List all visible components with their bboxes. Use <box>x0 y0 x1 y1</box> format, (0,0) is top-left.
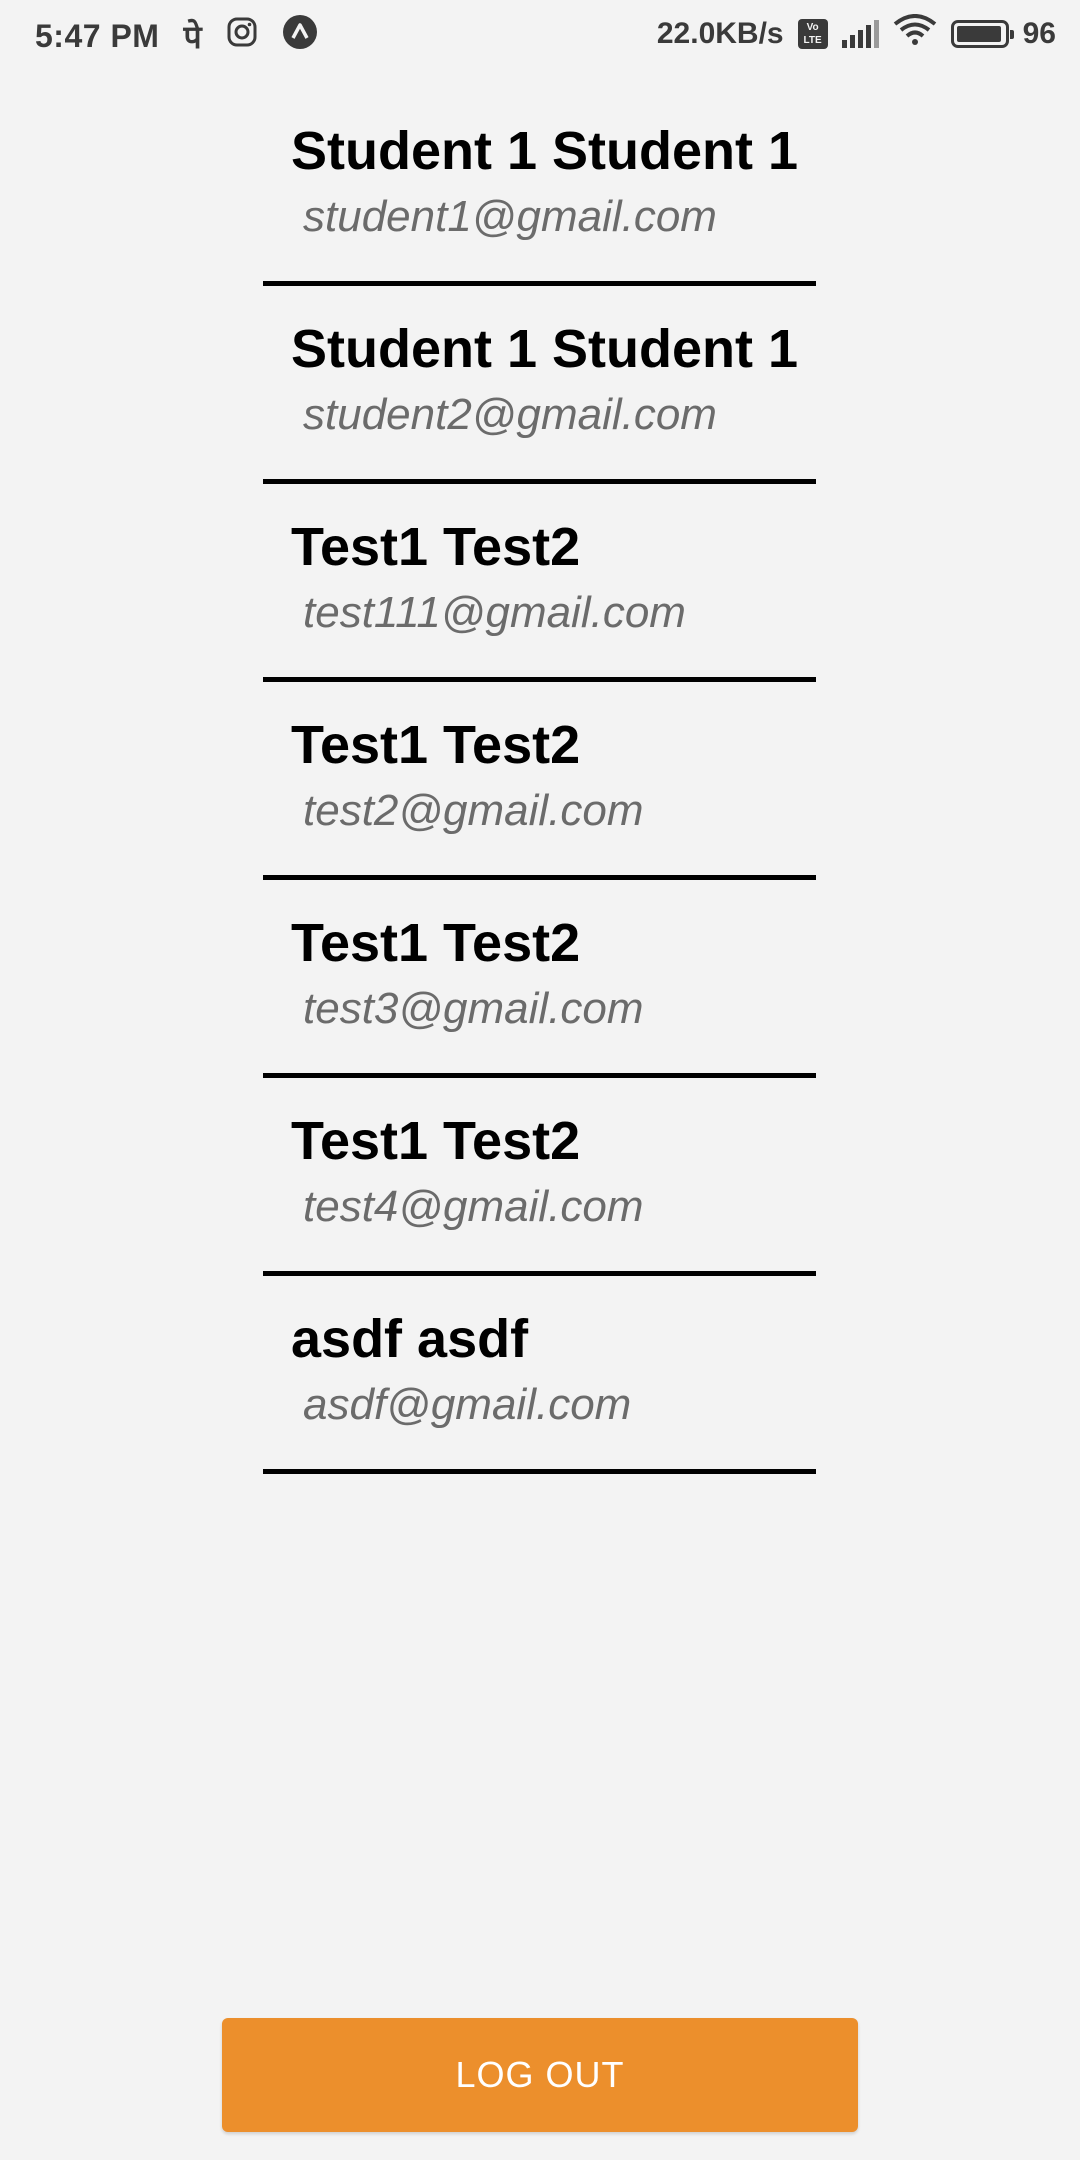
list-item[interactable]: Test1 Test2 test2@gmail.com <box>263 684 816 880</box>
wifi-icon <box>893 14 937 54</box>
user-email: test3@gmail.com <box>303 984 644 1033</box>
user-list: Student 1 Student 1 student1@gmail.com S… <box>263 90 816 1476</box>
list-item[interactable]: asdf asdf asdf@gmail.com <box>263 1278 816 1474</box>
user-email: student2@gmail.com <box>303 390 717 439</box>
user-email: student1@gmail.com <box>303 192 717 241</box>
user-name: Test1 Test2 <box>291 715 581 775</box>
instagram-icon <box>226 16 258 56</box>
list-item[interactable]: Student 1 Student 1 student1@gmail.com <box>263 90 816 286</box>
expo-icon <box>282 14 318 58</box>
user-name: asdf asdf <box>291 1309 529 1369</box>
user-name: Student 1 Student 1 <box>291 319 799 379</box>
battery-icon <box>950 20 1014 48</box>
user-email: test111@gmail.com <box>303 588 686 637</box>
user-email: test2@gmail.com <box>303 786 644 835</box>
logout-button[interactable]: LOG OUT <box>222 2018 858 2132</box>
network-speed: 22.0KB/s <box>656 17 784 50</box>
battery-percent: 96 <box>1022 17 1056 50</box>
user-name: Student 1 Student 1 <box>291 121 799 181</box>
user-name: Test1 Test2 <box>291 1111 581 1171</box>
phonepe-icon: पे <box>183 18 202 55</box>
list-item[interactable]: Student 1 Student 1 student2@gmail.com <box>263 288 816 484</box>
list-item[interactable]: Test1 Test2 test111@gmail.com <box>263 486 816 682</box>
list-item[interactable]: Test1 Test2 test3@gmail.com <box>263 882 816 1078</box>
volte-icon: Vo LTE <box>797 19 828 49</box>
status-bar: 5:47 PM पे 22.0KB/s Vo LTE 96 <box>0 0 1080 66</box>
user-name: Test1 Test2 <box>291 517 581 577</box>
clock: 5:47 PM <box>35 17 160 54</box>
user-email: asdf@gmail.com <box>303 1380 632 1429</box>
list-item[interactable]: Test1 Test2 test4@gmail.com <box>263 1080 816 1276</box>
user-email: test4@gmail.com <box>303 1182 644 1231</box>
signal-icon <box>841 20 879 48</box>
user-name: Test1 Test2 <box>291 913 581 973</box>
